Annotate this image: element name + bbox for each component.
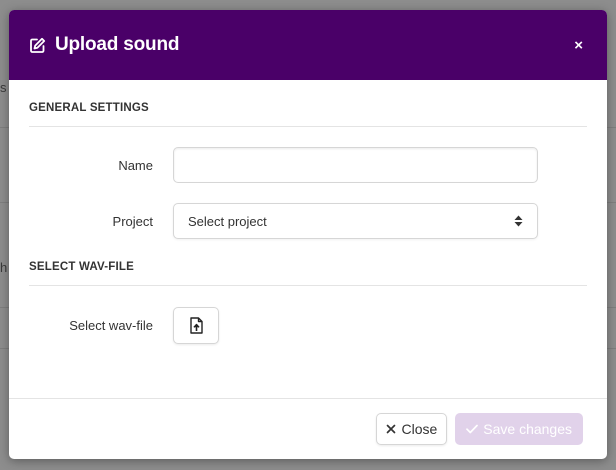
file-upload-icon	[189, 316, 203, 334]
close-button-label: Close	[401, 421, 438, 437]
sort-arrows-icon	[514, 215, 523, 227]
edit-icon	[29, 37, 46, 54]
section-select-wav-file: SELECT WAV-FILE	[29, 261, 587, 286]
name-label: Name	[118, 157, 153, 173]
dialog-header: Upload sound ×	[9, 10, 607, 80]
save-changes-button[interactable]: Save changes	[455, 413, 583, 445]
name-input[interactable]	[173, 147, 538, 183]
project-select-value: Select project	[188, 213, 267, 229]
section-general-settings: GENERAL SETTINGS	[29, 102, 587, 127]
close-icon	[386, 424, 396, 434]
background-text: s	[0, 80, 7, 95]
dialog-close-button[interactable]: ×	[574, 37, 583, 54]
wav-file-upload-button[interactable]	[173, 306, 219, 344]
project-label: Project	[112, 213, 153, 229]
wav-file-label: Select wav-file	[69, 317, 153, 333]
wav-file-row: Select wav-file	[29, 306, 587, 344]
dialog-title: Upload sound	[55, 34, 180, 55]
dialog-footer: Close Save changes	[9, 398, 607, 459]
upload-sound-dialog: Upload sound × GENERAL SETTINGS Name Pro…	[9, 10, 607, 459]
checkmark-icon	[466, 424, 479, 434]
close-button[interactable]: Close	[376, 413, 448, 445]
name-row: Name	[29, 147, 587, 183]
background-text: h	[0, 260, 8, 275]
project-select[interactable]: Select project	[173, 203, 538, 239]
dialog-body: GENERAL SETTINGS Name Project Select pro…	[9, 102, 607, 344]
project-row: Project Select project	[29, 203, 587, 239]
save-changes-label: Save changes	[483, 421, 572, 437]
